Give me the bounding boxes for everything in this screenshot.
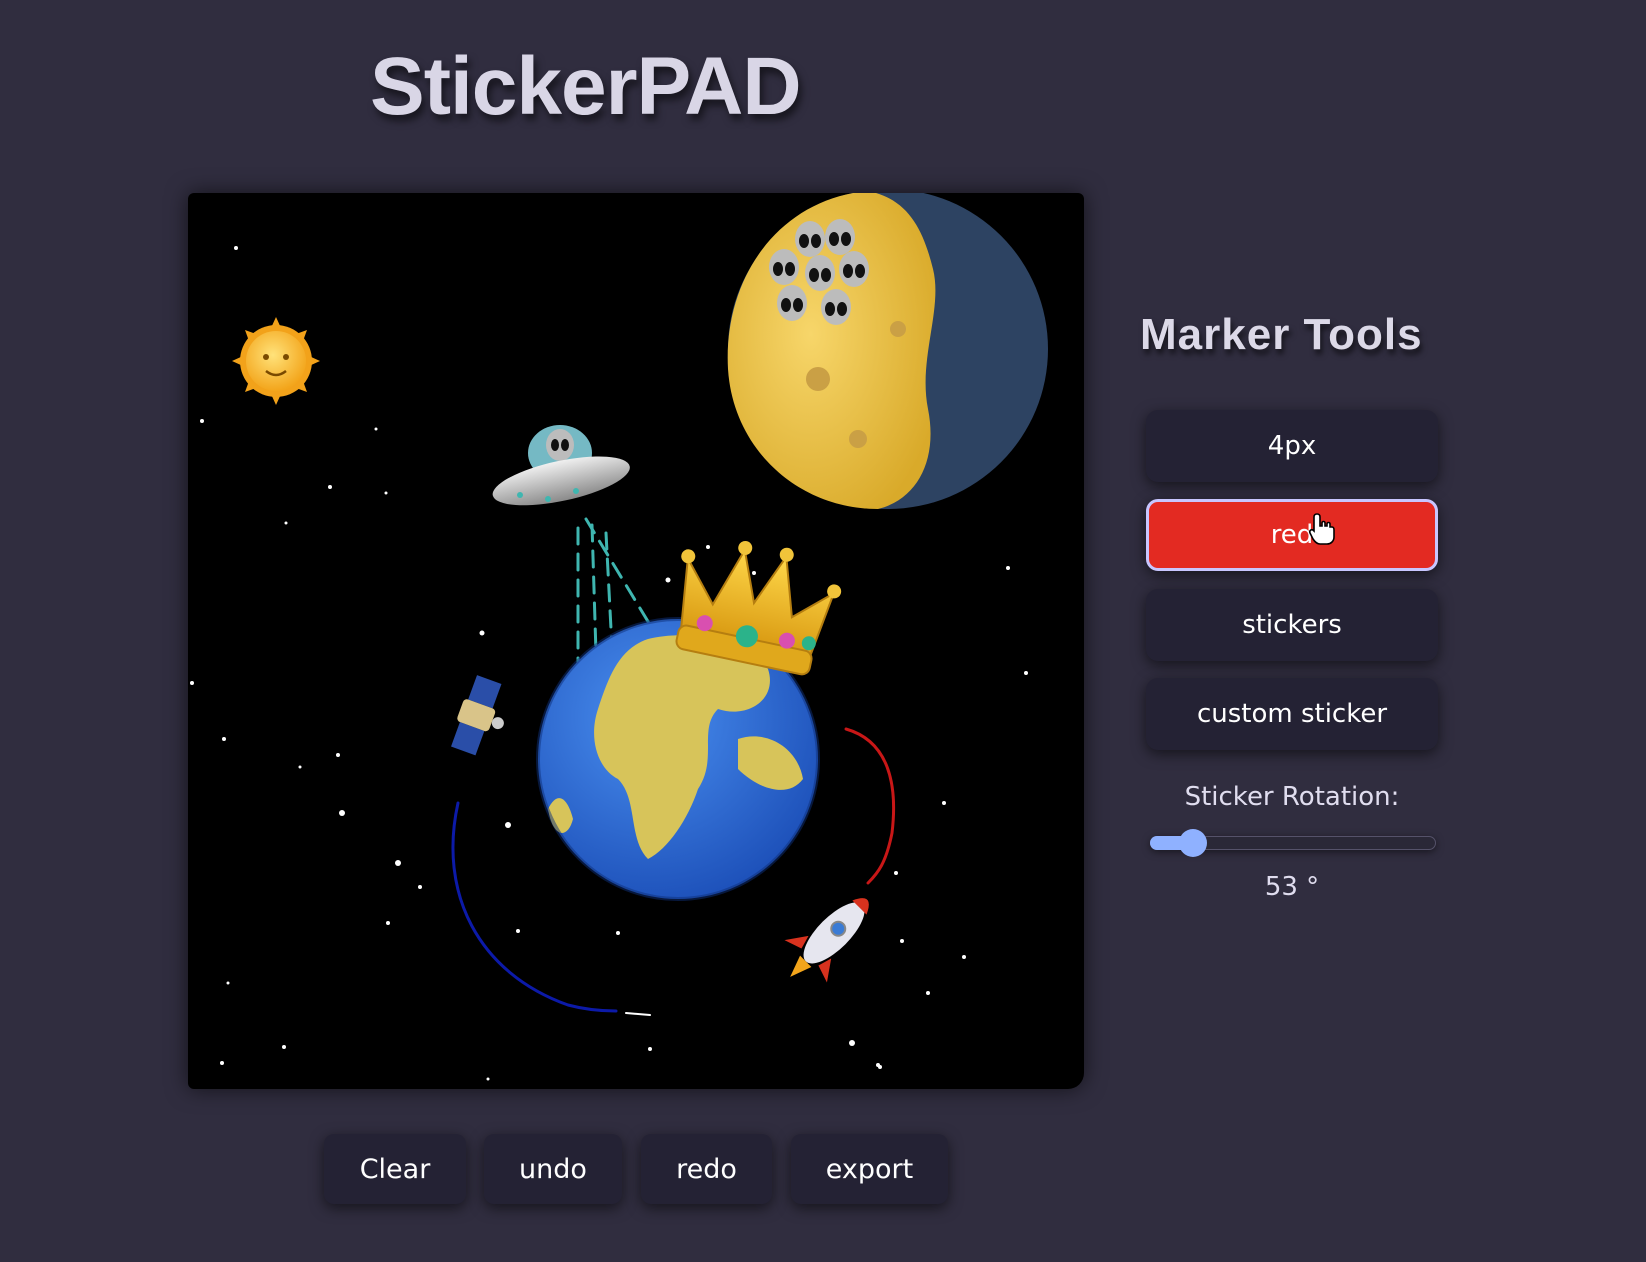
ufo-sticker[interactable] [489,425,634,515]
slider-thumb[interactable] [1178,829,1207,857]
sticker-rotation-value: 53 ° [1264,872,1320,902]
undo-button[interactable]: undo [484,1134,622,1204]
stickers-button[interactable]: stickers [1146,589,1438,661]
hand-cursor-icon [1308,513,1335,545]
clear-button[interactable]: Clear [324,1134,466,1204]
export-button[interactable]: export [791,1134,948,1204]
sticker-rotation-slider[interactable] [1150,828,1436,858]
sticker-pad-app: StickerPAD Marker Tools 4px red stickers… [0,0,1646,1262]
redo-button[interactable]: redo [641,1134,772,1204]
marker-tools-title: Marker Tools [1140,310,1423,359]
brush-size-button[interactable]: 4px [1146,410,1438,482]
app-title: StickerPAD [370,41,802,132]
satellite-sticker[interactable] [447,674,516,761]
moon-sticker[interactable] [727,193,1048,509]
color-button[interactable]: red [1146,499,1438,571]
canvas-drawing [190,193,1048,1081]
custom-sticker-button[interactable]: custom sticker [1146,678,1438,750]
rocket-sticker[interactable] [769,879,889,999]
sticker-rotation-label: Sticker Rotation: [1184,782,1400,812]
sun-sticker[interactable] [232,317,320,405]
drawing-canvas[interactable] [188,193,1084,1089]
